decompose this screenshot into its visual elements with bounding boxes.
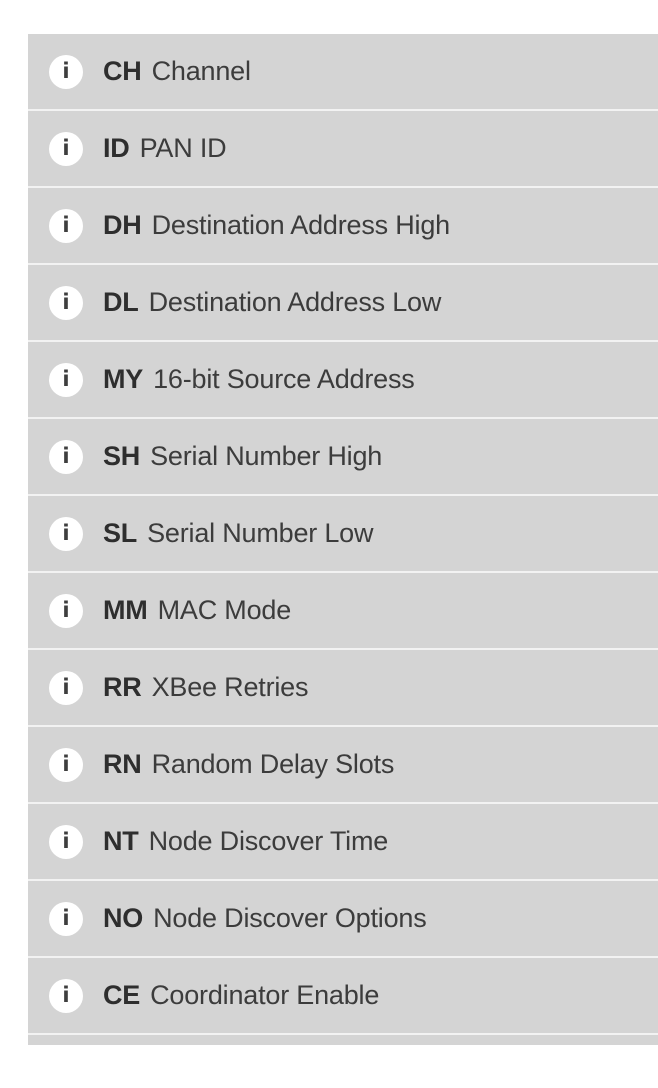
parameter-row-mm[interactable]: i MM MAC Mode — [28, 573, 658, 650]
info-icon[interactable]: i — [49, 670, 83, 705]
parameter-name: XBee Retries — [151, 672, 309, 702]
parameter-row-rr[interactable]: i RR XBee Retries — [28, 650, 658, 727]
parameter-command: MM — [103, 595, 148, 625]
info-icon[interactable]: i — [49, 54, 83, 89]
parameter-label: MY 16-bit Source Address — [103, 364, 415, 395]
parameter-label: MM MAC Mode — [103, 595, 291, 626]
parameter-command: NT — [103, 826, 139, 856]
parameter-name: Serial Number Low — [147, 518, 374, 548]
parameter-row-dh[interactable]: i DH Destination Address High — [28, 188, 658, 265]
parameter-row-ce[interactable]: i CE Coordinator Enable — [28, 958, 658, 1035]
parameter-label: SH Serial Number High — [103, 441, 382, 472]
parameter-label: DL Destination Address Low — [103, 287, 441, 318]
parameter-label: RN Random Delay Slots — [103, 749, 394, 780]
parameter-row-dl[interactable]: i DL Destination Address Low — [28, 265, 658, 342]
parameter-command: DH — [103, 210, 142, 240]
info-icon[interactable]: i — [49, 747, 83, 782]
parameter-label: CH Channel — [103, 56, 251, 87]
parameter-row-rn[interactable]: i RN Random Delay Slots — [28, 727, 658, 804]
parameter-list: i CH Channel i ID PAN ID i DH Destination A… — [28, 34, 658, 1045]
parameter-name: 16-bit Source Address — [153, 364, 415, 394]
info-icon[interactable]: i — [49, 824, 83, 859]
info-icon[interactable]: i — [49, 131, 83, 166]
parameter-command: SL — [103, 518, 138, 548]
parameter-command: ID — [103, 133, 130, 163]
parameter-label: ID PAN ID — [103, 133, 227, 164]
parameter-row-no[interactable]: i NO Node Discover Options — [28, 881, 658, 958]
parameter-command: MY — [103, 364, 144, 394]
info-icon[interactable]: i — [49, 285, 83, 320]
parameter-name: Node Discover Options — [153, 903, 427, 933]
parameter-label: NO Node Discover Options — [103, 903, 427, 934]
parameter-row-ch[interactable]: i CH Channel — [28, 34, 658, 111]
parameter-label: SL Serial Number Low — [103, 518, 374, 549]
parameter-name: Serial Number High — [150, 441, 383, 471]
parameter-name: Random Delay Slots — [151, 749, 395, 779]
parameter-name: Coordinator Enable — [150, 980, 380, 1010]
info-icon[interactable]: i — [49, 593, 83, 628]
parameter-name: PAN ID — [139, 133, 227, 163]
info-icon[interactable]: i — [49, 362, 83, 397]
info-icon[interactable]: i — [49, 978, 83, 1013]
parameter-label: CE Coordinator Enable — [103, 980, 379, 1011]
parameter-name: Destination Address Low — [148, 287, 442, 317]
parameter-row-nt[interactable]: i NT Node Discover Time — [28, 804, 658, 881]
list-continuation — [28, 1035, 658, 1045]
parameter-name: Node Discover Time — [148, 826, 389, 856]
parameter-command: DL — [103, 287, 139, 317]
parameter-row-id[interactable]: i ID PAN ID — [28, 111, 658, 188]
info-icon[interactable]: i — [49, 901, 83, 936]
parameter-row-sh[interactable]: i SH Serial Number High — [28, 419, 658, 496]
parameter-label: DH Destination Address High — [103, 210, 450, 241]
parameter-row-sl[interactable]: i SL Serial Number Low — [28, 496, 658, 573]
parameter-command: CE — [103, 980, 141, 1010]
parameter-command: CH — [103, 56, 142, 86]
parameter-name: MAC Mode — [157, 595, 292, 625]
parameter-command: RN — [103, 749, 142, 779]
info-icon[interactable]: i — [49, 516, 83, 551]
parameter-name: Destination Address High — [151, 210, 451, 240]
parameter-command: RR — [103, 672, 142, 702]
info-icon[interactable]: i — [49, 439, 83, 474]
parameter-row-my[interactable]: i MY 16-bit Source Address — [28, 342, 658, 419]
parameter-name: Channel — [151, 56, 251, 86]
parameter-command: NO — [103, 903, 144, 933]
parameter-label: RR XBee Retries — [103, 672, 308, 703]
parameter-command: SH — [103, 441, 141, 471]
parameter-label: NT Node Discover Time — [103, 826, 388, 857]
info-icon[interactable]: i — [49, 208, 83, 243]
